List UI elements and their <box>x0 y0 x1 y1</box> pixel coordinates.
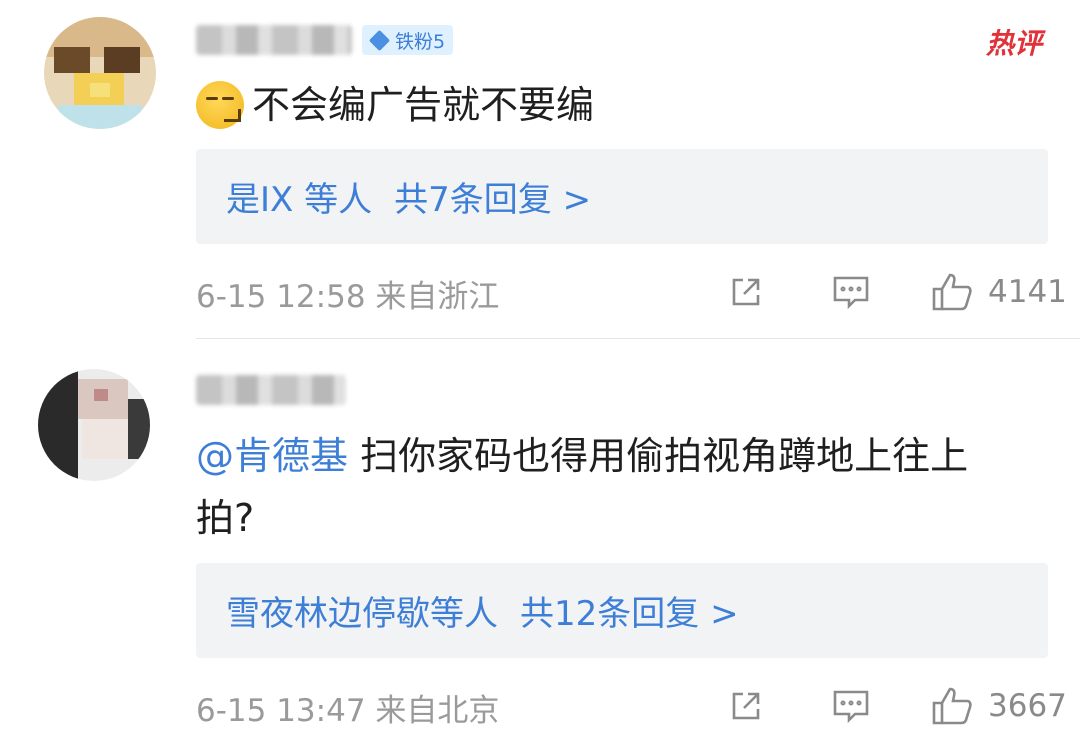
like-button[interactable]: 3667 <box>930 685 1067 727</box>
like-button[interactable]: 4141 <box>930 271 1067 313</box>
action-bar: 4141 <box>720 272 1067 312</box>
share-icon <box>732 692 760 720</box>
reply-names: 是IX 等人 <box>226 180 373 220</box>
fan-badge-label: 铁粉5 <box>395 30 446 53</box>
fan-badge[interactable]: 铁粉5 <box>362 25 454 55</box>
emoji-icon <box>196 81 244 129</box>
blurred-username <box>196 375 346 405</box>
mention-link[interactable]: @肯德基 <box>196 434 348 478</box>
reply-names: 雪夜林边停歇等人 <box>226 594 498 634</box>
username[interactable]: 铁粉5 <box>196 22 454 58</box>
replies-summary[interactable]: 是IX 等人 共7条回复 > <box>196 149 1048 244</box>
comment-meta: 6-15 12:58 来自浙江 <box>196 279 500 315</box>
comment-text: @肯德基 扫你家码也得用偷拍视角蹲地上往上拍? <box>196 425 1026 549</box>
like-count: 3667 <box>988 688 1067 724</box>
replies-summary[interactable]: 雪夜林边停歇等人 共12条回复 > <box>196 563 1048 658</box>
hot-comment-tag: 热评 <box>985 27 1042 60</box>
comment-meta: 6-15 13:47 来自北京 <box>196 693 500 729</box>
username[interactable] <box>196 372 346 408</box>
thumbs-up-icon <box>932 273 972 311</box>
blurred-username <box>196 25 352 55</box>
share-icon <box>732 278 760 306</box>
comment-text: 不会编广告就不要编 <box>196 74 594 136</box>
avatar-image <box>44 17 156 129</box>
comment-item: 铁粉5 热评 不会编广告就不要编 是IX 等人 共7条回复 > 6-15 12:… <box>0 0 1080 338</box>
avatar[interactable] <box>44 17 156 129</box>
like-count: 4141 <box>988 274 1067 310</box>
share-button[interactable] <box>726 686 766 726</box>
reply-count-link[interactable]: 共7条回复 > <box>394 172 591 221</box>
avatar-image <box>38 369 150 481</box>
action-bar: 3667 <box>720 686 1067 726</box>
thumbs-up-icon <box>932 687 972 725</box>
comment-button[interactable] <box>830 272 872 312</box>
share-button[interactable] <box>726 272 766 312</box>
comment-icon <box>833 690 869 724</box>
comment-body: 不会编广告就不要编 <box>252 83 595 127</box>
comment-item: @肯德基 扫你家码也得用偷拍视角蹲地上往上拍? 雪夜林边停歇等人 共12条回复 … <box>0 339 1080 746</box>
avatar[interactable] <box>38 369 150 481</box>
diamond-icon <box>368 29 391 51</box>
comment-button[interactable] <box>830 686 872 726</box>
reply-count-link[interactable]: 共12条回复 > <box>520 586 739 635</box>
comment-icon <box>833 276 869 310</box>
